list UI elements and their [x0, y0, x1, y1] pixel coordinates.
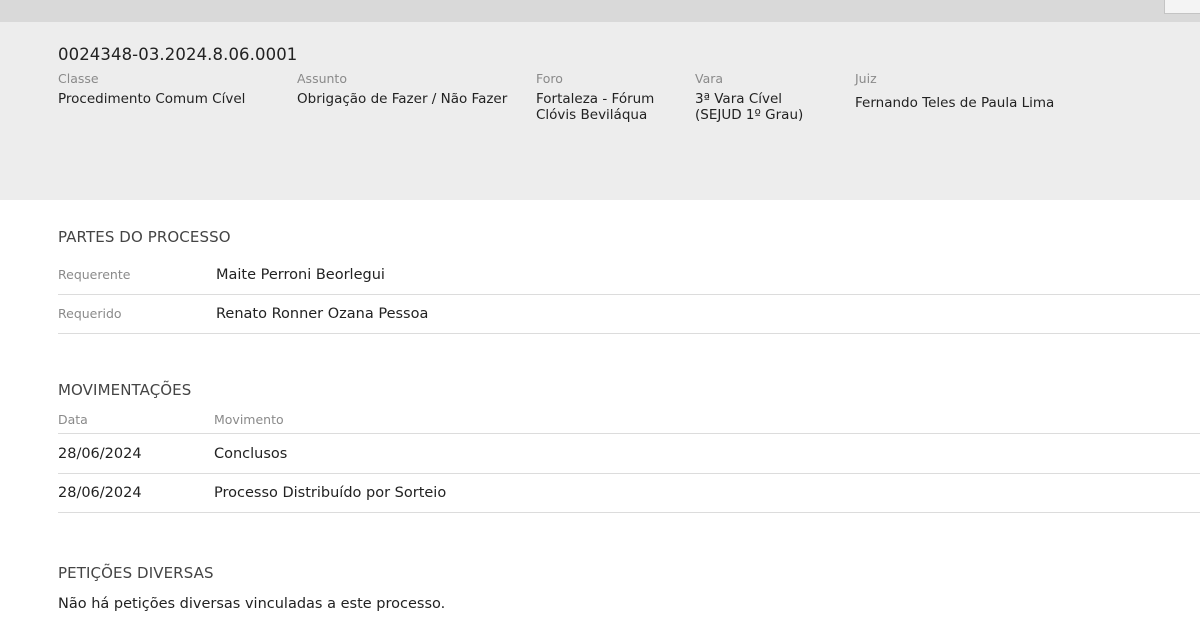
field-classe: Classe Procedimento Comum Cível [58, 71, 245, 107]
table-row: 28/06/2024 Conclusos [58, 435, 1200, 474]
movement-description: Processo Distribuído por Sorteio [214, 485, 447, 501]
field-value-line: Clóvis Beviláqua [536, 107, 648, 123]
field-label: Juiz [855, 71, 877, 86]
party-role: Requerente [58, 267, 131, 282]
process-header: 0024348-03.2024.8.06.0001 Classe Procedi… [0, 22, 1200, 200]
field-label: Vara [695, 71, 724, 86]
field-value: Fortaleza - Fórum Clóvis Beviláqua [536, 91, 654, 123]
section-title-partes: PARTES DO PROCESSO [58, 228, 231, 246]
party-role: Requerido [58, 306, 122, 321]
party-row: Requerido Renato Ronner Ozana Pessoa [58, 295, 1200, 334]
field-value: Obrigação de Fazer / Não Fazer [297, 91, 508, 107]
field-value-line: Fortaleza - Fórum [536, 91, 655, 107]
peticoes-empty-message: Não há petições diversas vinculadas a es… [58, 596, 446, 612]
field-juiz: Juiz Fernando Teles de Paula Lima [855, 71, 1054, 111]
table-row: 28/06/2024 Processo Distribuído por Sort… [58, 474, 1200, 513]
movimentacoes-header: Data Movimento [58, 410, 1200, 434]
column-header-movimento: Movimento [214, 412, 284, 427]
column-header-data: Data [58, 412, 88, 427]
movement-description: Conclusos [214, 446, 288, 462]
field-value: Fernando Teles de Paula Lima [855, 95, 1055, 111]
process-number: 0024348-03.2024.8.06.0001 [58, 45, 298, 64]
field-value-line: 3ª Vara Cível [695, 91, 783, 107]
party-name: Renato Ronner Ozana Pessoa [216, 306, 429, 322]
field-value-line: (SEJUD 1º Grau) [695, 107, 804, 123]
party-row: Requerente Maite Perroni Beorlegui [58, 256, 1200, 295]
field-label: Classe [58, 71, 99, 86]
top-toolbar [0, 0, 1200, 22]
field-label: Assunto [297, 71, 347, 86]
field-vara: Vara 3ª Vara Cível (SEJUD 1º Grau) [695, 71, 803, 123]
section-title-movimentacoes: MOVIMENTAÇÕES [58, 381, 192, 399]
toolbar-button[interactable] [1164, 0, 1200, 14]
movement-date: 28/06/2024 [58, 446, 142, 462]
movement-date: 28/06/2024 [58, 485, 142, 501]
field-assunto: Assunto Obrigação de Fazer / Não Fazer [297, 71, 507, 107]
field-value: Procedimento Comum Cível [58, 91, 246, 107]
field-foro: Foro Fortaleza - Fórum Clóvis Beviláqua [536, 71, 654, 123]
party-name: Maite Perroni Beorlegui [216, 267, 385, 283]
field-value: 3ª Vara Cível (SEJUD 1º Grau) [695, 91, 803, 123]
field-label: Foro [536, 71, 563, 86]
section-title-peticoes: PETIÇÕES DIVERSAS [58, 564, 214, 582]
